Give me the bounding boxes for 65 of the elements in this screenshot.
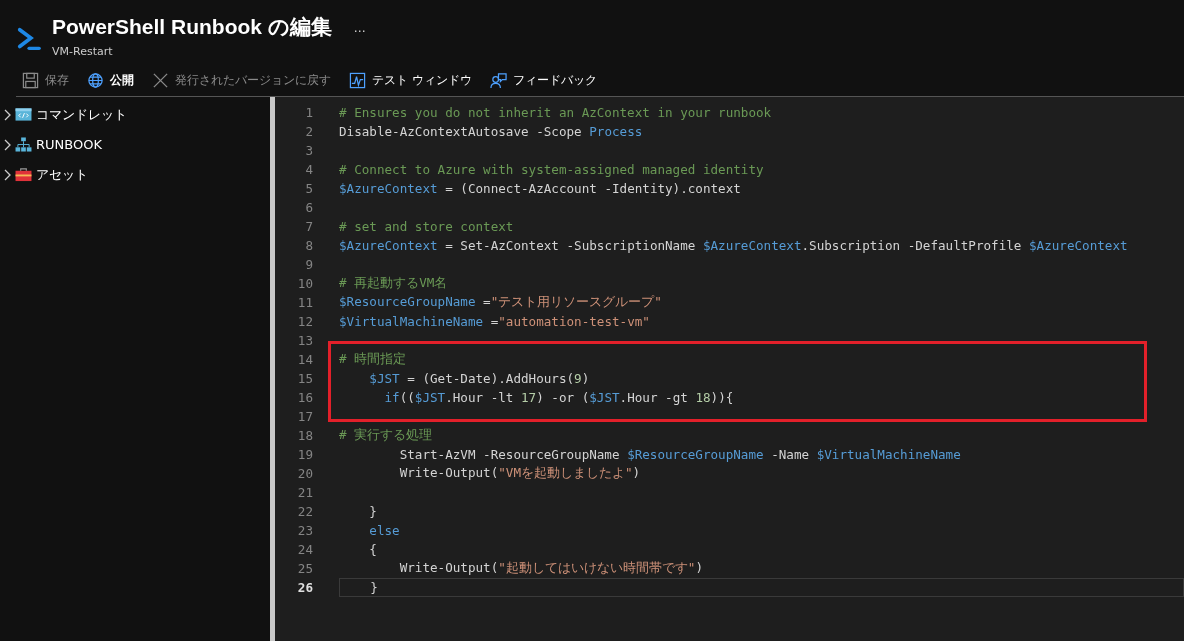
- chart-icon: [349, 71, 366, 89]
- code-line: Write-Output("VMを起動しましたよ"): [398, 465, 641, 482]
- feedback-icon: [489, 71, 507, 89]
- code-line: $ResourceGroupName ="テスト用リソースグループ": [339, 294, 662, 311]
- code-line: # set and store context: [339, 219, 514, 234]
- page-title: PowerShell Runbook の編集: [52, 13, 332, 40]
- code-line: # Ensures you do not inherit an AzContext in your runbook: [339, 105, 772, 120]
- code-line: $VirtualMachineName ="automation-test-vm": [339, 314, 650, 329]
- line-number: 24: [296, 542, 313, 557]
- line-number: 8: [304, 238, 313, 253]
- line-number: 18: [296, 428, 313, 443]
- code-line: {: [368, 542, 377, 557]
- code-line: # Connect to Azure with system-assigned managed identity: [339, 162, 764, 177]
- line-number: 10: [296, 276, 313, 291]
- line-number: 15: [296, 371, 313, 386]
- feedback-button[interactable]: フィードバック: [483, 69, 603, 91]
- line-number: 16: [296, 390, 313, 405]
- close-icon: [152, 71, 169, 89]
- line-number: 6: [304, 200, 313, 215]
- code-line: }: [369, 580, 378, 595]
- line-number: 3: [304, 143, 313, 158]
- page-subtitle: VM-Restart: [52, 44, 114, 58]
- code-line: Disable-AzContextAutosave -Scope Process: [339, 124, 643, 139]
- line-number: 17: [296, 409, 313, 424]
- sidebar-item[interactable]: アセット: [0, 165, 270, 184]
- code-line: # 実行する処理: [339, 427, 433, 444]
- globe-icon: [87, 71, 104, 89]
- prompt-icon: [16, 26, 42, 52]
- line-number: 19: [296, 447, 313, 462]
- line-number: 23: [296, 523, 313, 538]
- code-line: Start-AzVM -ResourceGroupName $ResourceGroupName -Name $VirtualMachineName: [398, 447, 961, 462]
- line-number: 25: [296, 561, 313, 576]
- line-number: 7: [304, 219, 313, 234]
- line-number: 20: [296, 466, 313, 481]
- more-button[interactable]: ...: [349, 18, 370, 35]
- toolbox-icon: [15, 167, 32, 182]
- line-number: 2: [304, 124, 313, 139]
- code-line: }: [368, 504, 377, 519]
- test-button[interactable]: テスト ウィンドウ: [343, 69, 478, 91]
- code-window-icon: [15, 107, 32, 122]
- code-line: $AzureContext = (Connect-AzAccount -Identity).context: [339, 181, 741, 196]
- line-number: 14: [296, 352, 313, 367]
- code-line: # 再起動するVM名: [339, 275, 448, 292]
- code-line: Write-Output("起動してはいけない時間帯です"): [398, 560, 703, 577]
- line-number: 13: [296, 333, 313, 348]
- save-icon: [22, 71, 39, 89]
- line-number: 12: [296, 314, 313, 329]
- line-number: 4: [304, 162, 313, 177]
- code-line: $JST = (Get-Date).AddHours(9): [368, 371, 590, 386]
- code-editor[interactable]: [270, 97, 1184, 641]
- sidebar-item[interactable]: RUNBOOK: [0, 135, 270, 154]
- code-line: if(($JST.Hour -lt 17) -or ($JST.Hour -gt 18)){: [383, 390, 734, 405]
- line-number: 1: [304, 105, 313, 120]
- line-number: 11: [296, 295, 313, 310]
- line-number: 9: [304, 257, 313, 272]
- line-number: 22: [296, 504, 313, 519]
- code-line: $AzureContext = Set-AzContext -SubscriptionName $AzureContext.Subscription -DefaultProfile $AzureContext: [339, 238, 1128, 253]
- sidebar-item[interactable]: コマンドレット: [0, 105, 270, 124]
- line-number: 21: [296, 485, 313, 500]
- line-number: 26: [296, 580, 313, 595]
- code-line: else: [368, 523, 400, 538]
- line-number: 5: [304, 181, 313, 196]
- code-line: # 時間指定: [339, 351, 407, 368]
- hierarchy-icon: [15, 137, 32, 152]
- publish-button[interactable]: 公開: [81, 69, 140, 91]
